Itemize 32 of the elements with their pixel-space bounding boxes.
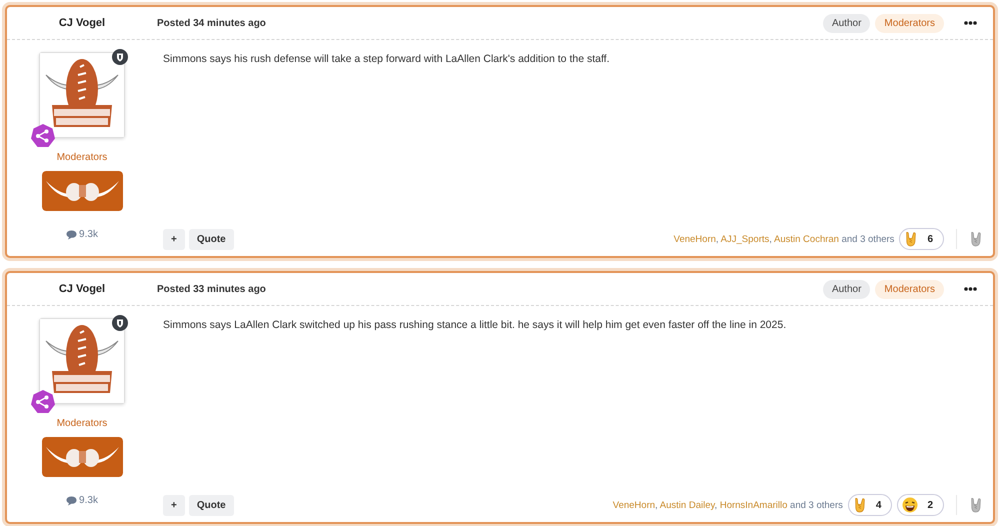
more-options-icon[interactable]	[964, 287, 977, 291]
hand-icon	[969, 231, 983, 247]
reaction-pill[interactable]: 2	[897, 494, 944, 516]
quote-button[interactable]: Quote	[188, 494, 234, 516]
author-name[interactable]: CJ Vogel	[7, 17, 157, 29]
more-options-icon[interactable]	[964, 21, 977, 25]
reactions-summary: VeneHorn, AJJ_Sports, Austin Cochran and 3 others	[674, 234, 894, 244]
add-button[interactable]: +	[163, 494, 185, 516]
reaction-pill[interactable]: 6	[899, 228, 944, 250]
comment-icon	[66, 496, 78, 506]
reaction-pill[interactable]: 4	[848, 494, 892, 516]
post-text: Simmons says his rush defense will take a step forward with LaAllen Clark's addition to the staff.	[163, 53, 611, 65]
group-badge: Moderators	[875, 14, 944, 32]
comment-icon	[66, 230, 78, 240]
rock-hand-icon	[852, 497, 867, 513]
post-time: Posted 33 minutes ago	[157, 284, 267, 294]
author-badge: Author	[822, 14, 870, 32]
rock-hand-icon	[904, 231, 918, 247]
user-group: Moderators	[56, 152, 108, 163]
post-time: Posted 34 minutes ago	[157, 18, 267, 28]
author-badge: Author	[822, 280, 870, 298]
post-count: 9.3k	[66, 495, 98, 506]
post-count: 9.3k	[66, 229, 98, 240]
user-group: Moderators	[56, 418, 108, 429]
group-badge: Moderators	[875, 280, 944, 298]
add-button[interactable]: +	[163, 228, 185, 250]
post-text: Simmons says LaAllen Clark switched up his pass rushing stance a little bit. he says it will help him get even faster off the line in 2025.	[163, 319, 788, 331]
quote-button[interactable]: Quote	[188, 228, 234, 250]
author-name[interactable]: CJ Vogel	[7, 283, 157, 295]
laughing-face-icon	[902, 497, 918, 513]
hand-icon	[969, 497, 983, 513]
reactions-summary: VeneHorn, Austin Dailey, HornsInAmarillo and 3 others	[612, 500, 843, 510]
